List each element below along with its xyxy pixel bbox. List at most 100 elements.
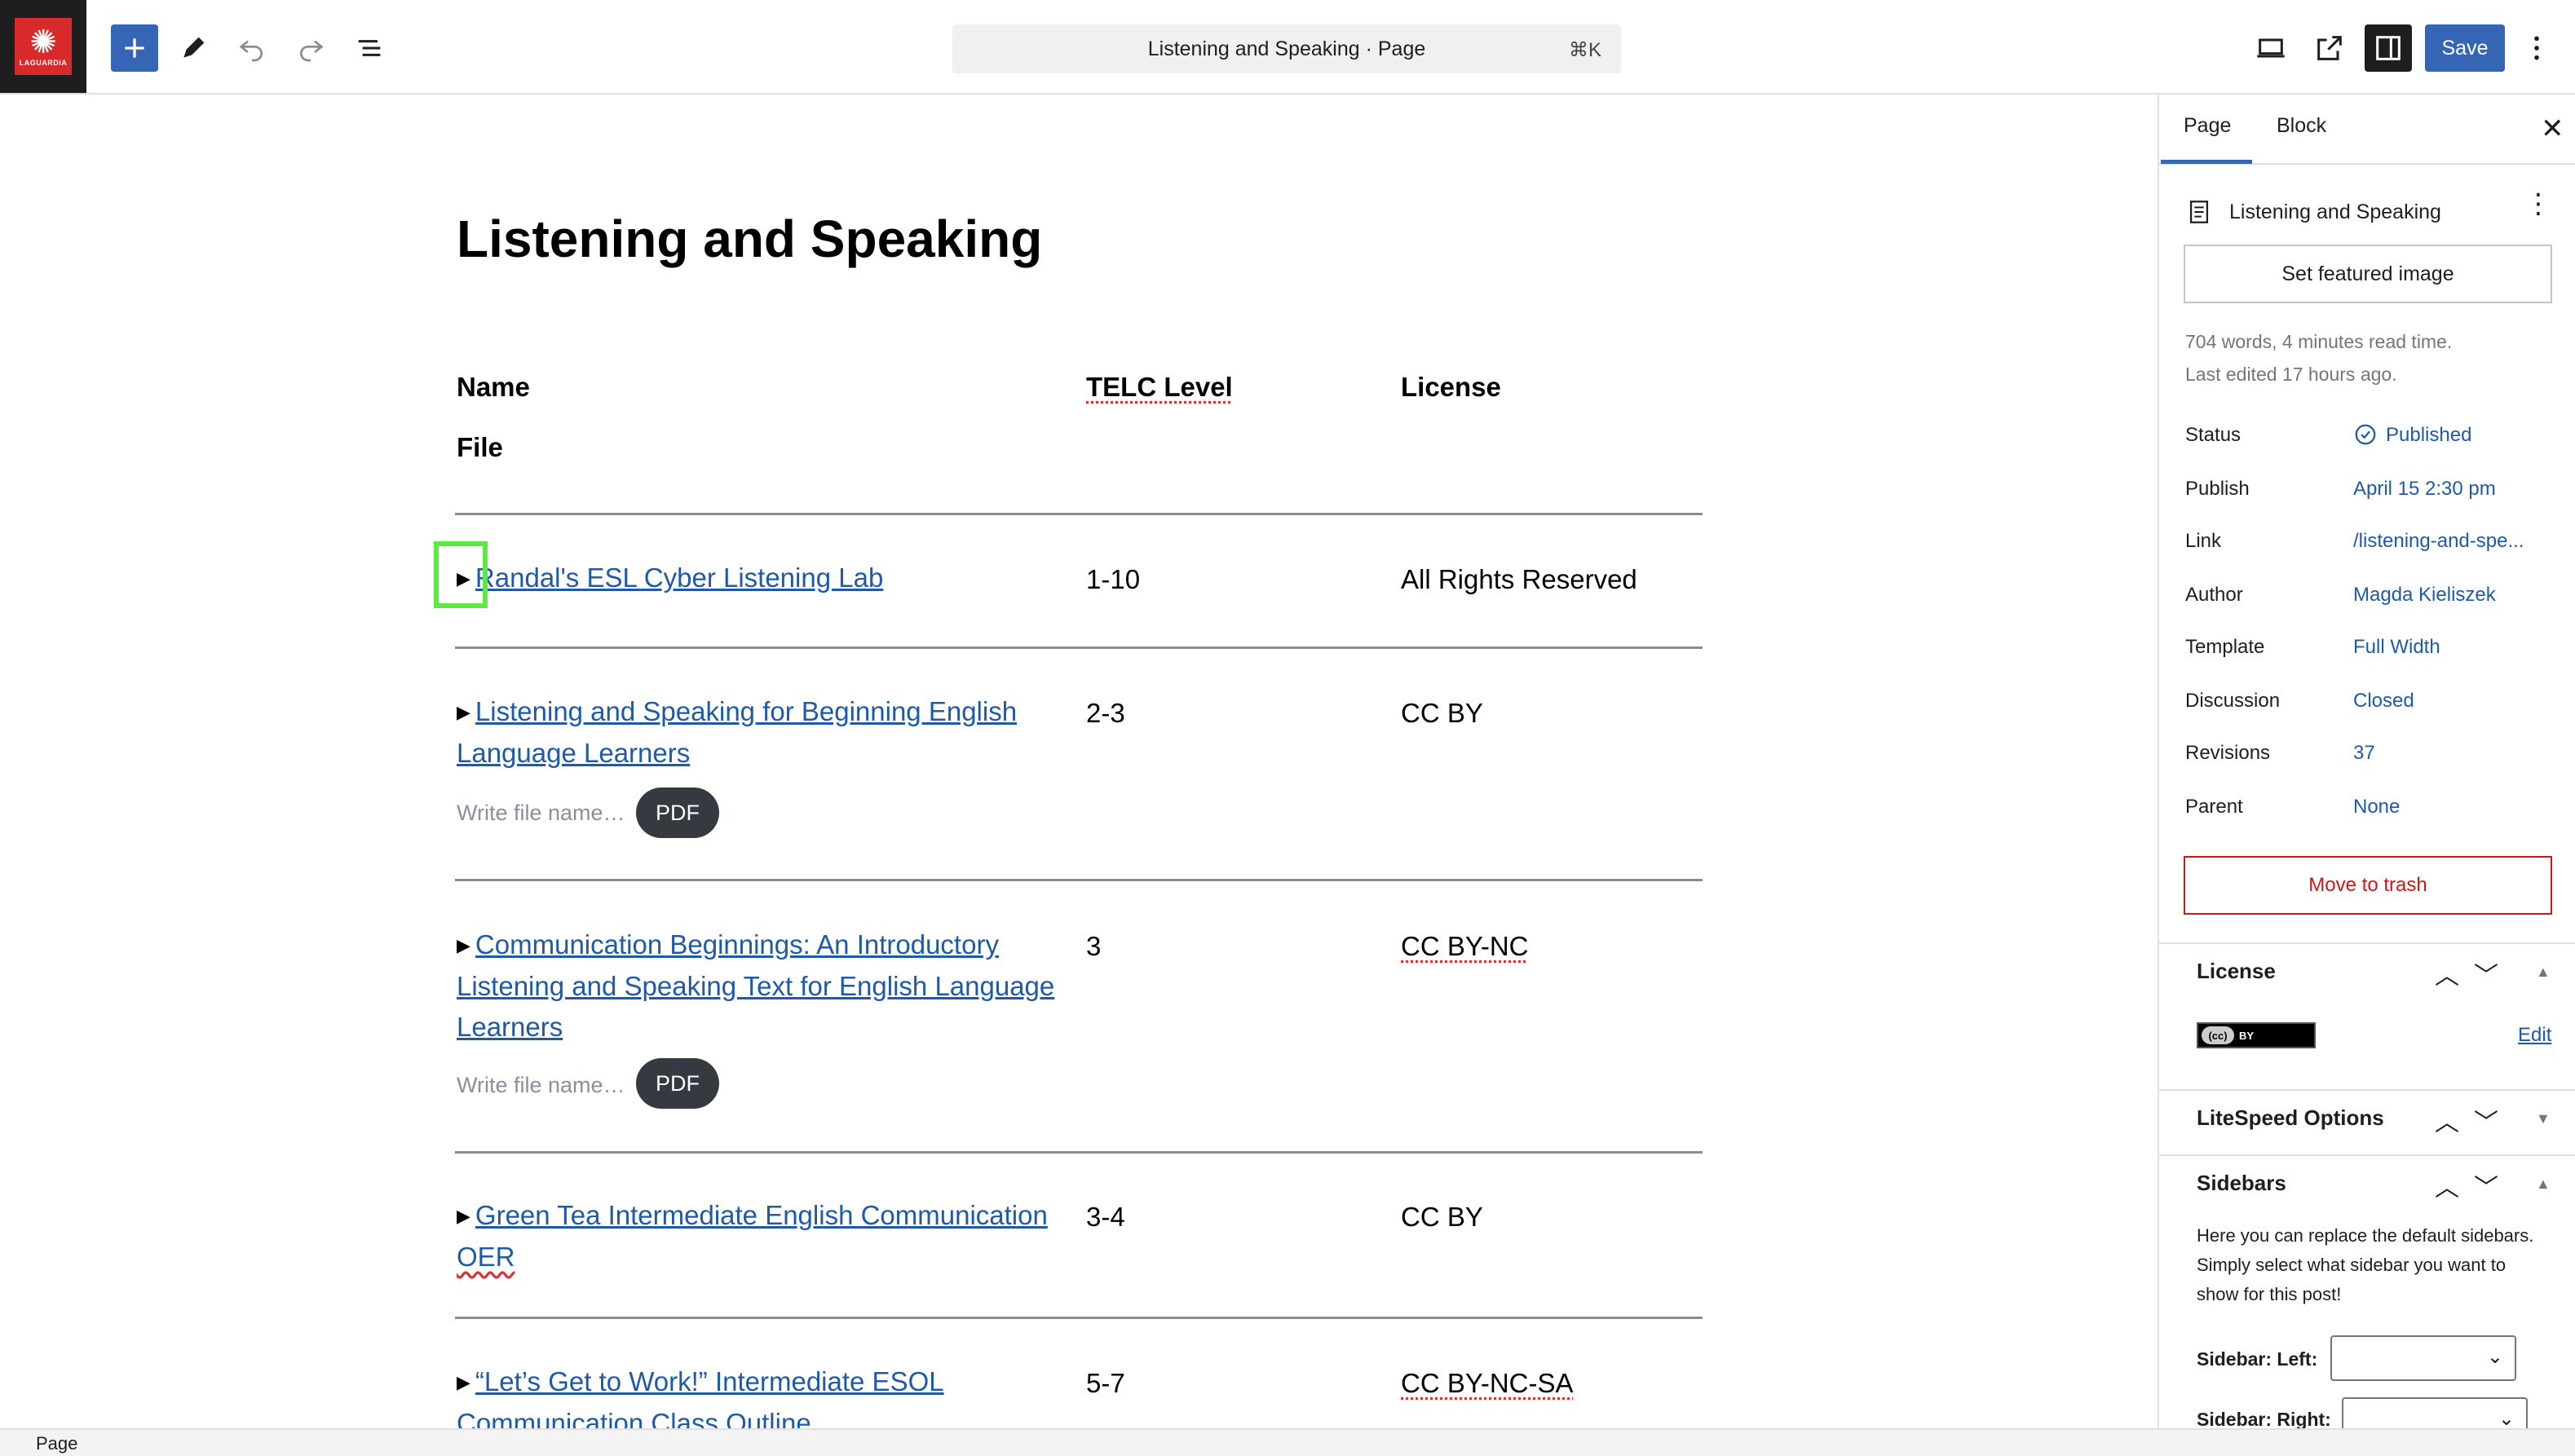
editor-canvas: Listening and Speaking Name TELC Level L…	[0, 95, 2158, 1428]
sidebar-tabs: Page Block ✕	[2159, 95, 2575, 165]
sidebar-icon	[2376, 36, 2401, 60]
table-row-level: 5-7	[1086, 1368, 1125, 1398]
undo-button[interactable]	[228, 24, 276, 72]
status-value[interactable]: Published	[2353, 422, 2471, 447]
revisions-label: Revisions	[2185, 742, 2271, 764]
panel-expand-icon[interactable]: ▼	[2536, 1110, 2551, 1127]
chevron-down-icon[interactable]: ﹀	[2474, 955, 2498, 991]
resource-link-continued[interactable]: Communication Class Outline	[457, 1408, 811, 1428]
header-file[interactable]: File	[457, 432, 503, 463]
resource-link[interactable]: Listening and Speaking for Beginning Eng…	[475, 696, 1017, 726]
chevron-down-icon: ⌄	[2486, 1346, 2503, 1368]
table-row-license: CC BY	[1401, 1202, 1483, 1232]
template-label: Template	[2185, 636, 2265, 658]
active-tab-indicator	[2161, 160, 2252, 164]
revisions-button[interactable]: 37	[2353, 742, 2375, 765]
header-name[interactable]: Name	[457, 372, 530, 403]
header-telc-level[interactable]: TELC Level	[1086, 372, 1233, 403]
file-name-input[interactable]: Write file name…	[457, 1073, 625, 1098]
more-vertical-icon	[2534, 36, 2539, 60]
publish-label: Publish	[2185, 478, 2250, 500]
table-row-name: ▶ Listening and Speaking for Beginning En…	[457, 691, 1017, 774]
table-row-license: CC BY-NC-SA	[1401, 1368, 1574, 1398]
disclosure-triangle-icon[interactable]: ▶	[457, 1206, 470, 1226]
redo-icon	[300, 40, 324, 62]
license-edit-link[interactable]: Edit	[2518, 1024, 2551, 1047]
resource-link-continued[interactable]: OER	[457, 1242, 515, 1272]
disclosure-triangle-icon[interactable]: ▶	[457, 702, 470, 722]
resource-link[interactable]: Communication Beginnings: An Introductor…	[475, 929, 999, 960]
template-button[interactable]: Full Width	[2353, 636, 2440, 659]
discussion-label: Discussion	[2185, 690, 2281, 712]
header-license[interactable]: License	[1401, 372, 1501, 403]
logo-mark: ✺ LAGUARDIA	[15, 18, 72, 75]
command-palette-bar[interactable]: Listening and Speaking · Page ⌘K	[952, 24, 1621, 73]
author-label: Author	[2185, 584, 2243, 606]
tab-block[interactable]: Block	[2277, 114, 2326, 138]
chevron-down-icon[interactable]: ﹀	[2474, 1167, 2498, 1203]
add-block-button[interactable]	[111, 24, 158, 72]
status-label: Status	[2185, 424, 2242, 446]
external-link-icon	[2317, 36, 2342, 60]
breadcrumb-page[interactable]: Page	[36, 1433, 77, 1454]
panel-collapse-icon[interactable]: ▲	[2536, 1176, 2551, 1193]
parent-label: Parent	[2185, 796, 2243, 818]
row-divider	[455, 1317, 1703, 1319]
move-to-trash-button[interactable]: Move to trash	[2184, 856, 2552, 915]
resource-link-continued[interactable]: Listening and Speaking Text for English …	[457, 971, 1054, 1001]
table-row-license: All Rights Reserved	[1401, 564, 1637, 594]
tab-page[interactable]: Page	[2184, 114, 2231, 138]
table-row-name: ▶ “Let’s Get to Work!” Intermediate ESOL …	[457, 1361, 944, 1428]
panel-collapse-icon[interactable]: ▲	[2536, 964, 2551, 981]
license-panel-title[interactable]: License	[2197, 959, 2276, 984]
sidebars-panel-title[interactable]: Sidebars	[2197, 1171, 2286, 1196]
chevron-down-icon: ⌄	[2498, 1408, 2515, 1428]
chevron-up-icon[interactable]: ︿	[2435, 1102, 2459, 1138]
tools-button[interactable]	[170, 24, 217, 72]
table-row-level: 2-3	[1086, 698, 1125, 728]
view-page-button[interactable]	[2306, 24, 2353, 72]
pencil-icon	[183, 37, 205, 58]
author-button[interactable]: Magda Kieliszek	[2353, 584, 2496, 607]
chevron-up-icon[interactable]: ︿	[2435, 955, 2459, 991]
document-overview-button[interactable]	[346, 24, 393, 72]
disclosure-triangle-icon[interactable]: ▶	[457, 935, 470, 955]
file-name-input[interactable]: Write file name…	[457, 801, 625, 826]
parent-button[interactable]: None	[2353, 796, 2400, 818]
publish-date-button[interactable]: April 15 2:30 pm	[2353, 478, 2496, 501]
sidebar-right-label: Sidebar: Right:	[2197, 1409, 2331, 1428]
resource-link-continued[interactable]: Language Learners	[457, 738, 690, 768]
pdf-button[interactable]: PDF	[636, 1058, 719, 1109]
options-button[interactable]	[2520, 24, 2554, 72]
by-text: BY	[2239, 1029, 2255, 1042]
document-summary-title: Listening and Speaking	[2229, 200, 2441, 223]
permalink-button[interactable]: /listening-and-spe...	[2353, 530, 2524, 553]
sidebar-right-select[interactable]: ⌄	[2342, 1397, 2528, 1428]
resource-link[interactable]: Randal's ESL Cyber Listening Lab	[475, 563, 883, 593]
panel-divider	[2159, 942, 2575, 944]
discussion-button[interactable]: Closed	[2353, 690, 2414, 713]
preview-button[interactable]	[2247, 24, 2295, 72]
site-logo[interactable]: ✺ LAGUARDIA	[0, 0, 86, 93]
litespeed-panel-title[interactable]: LiteSpeed Options	[2197, 1105, 2384, 1131]
resource-link-continued[interactable]: Learners	[457, 1012, 563, 1042]
close-icon[interactable]: ✕	[2541, 113, 2564, 145]
sidebar-left-select[interactable]: ⌄	[2330, 1335, 2516, 1381]
disclosure-triangle-icon[interactable]: ▶	[457, 1372, 470, 1392]
chevron-up-icon[interactable]: ︿	[2435, 1167, 2459, 1203]
editor-toolbar: ✺ LAGUARDIA Listening and Speaking · Pag…	[0, 0, 2575, 95]
settings-sidebar-toggle[interactable]	[2365, 24, 2412, 72]
page-title[interactable]: Listening and Speaking	[457, 209, 1042, 269]
more-vertical-icon[interactable]: ⋮	[2524, 188, 2552, 220]
sidebars-help-text: Here you can replace the default sidebar…	[2197, 1225, 2534, 1304]
resource-link[interactable]: Green Tea Intermediate English Communica…	[475, 1200, 1048, 1230]
resource-link[interactable]: “Let’s Get to Work!” Intermediate ESOL	[475, 1366, 944, 1396]
chevron-down-icon[interactable]: ﹀	[2474, 1102, 2498, 1138]
pdf-button[interactable]: PDF	[636, 788, 719, 838]
cc-by-license-badge: (cc) BY	[2197, 1022, 2316, 1048]
table-row-name: ▶ Communication Beginnings: An Introducto…	[457, 924, 1054, 1048]
save-button[interactable]: Save	[2425, 24, 2505, 72]
redo-button[interactable]	[287, 24, 334, 72]
set-featured-image-button[interactable]: Set featured image	[2184, 245, 2552, 303]
table-row-level: 3-4	[1086, 1202, 1125, 1232]
